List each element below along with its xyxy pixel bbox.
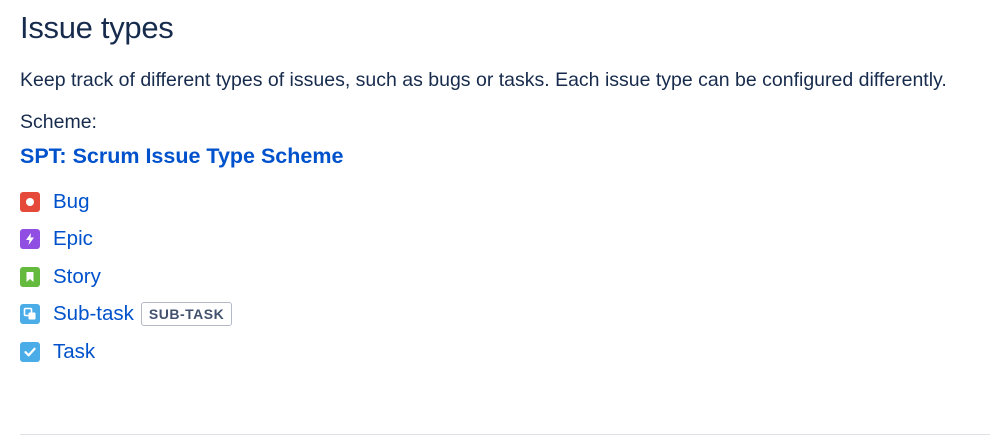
issue-type-link-epic[interactable]: Epic xyxy=(53,225,93,253)
story-icon xyxy=(20,266,40,287)
divider xyxy=(20,434,990,435)
issue-type-link-bug[interactable]: Bug xyxy=(53,188,89,216)
scheme-label: Scheme: xyxy=(20,111,97,133)
issue-type-link-story[interactable]: Story xyxy=(53,263,101,291)
bug-icon xyxy=(20,191,40,212)
issue-type-bug: Bug xyxy=(20,183,980,221)
page-title: Issue types xyxy=(20,10,174,45)
issue-type-task: Task xyxy=(20,333,980,371)
subtask-icon xyxy=(20,304,40,325)
subtask-badge: SUB-TASK xyxy=(140,302,233,327)
scheme-link[interactable]: SPT: Scrum Issue Type Scheme xyxy=(20,141,343,171)
issue-type-link-subtask[interactable]: Sub-task xyxy=(53,300,134,328)
issue-type-link-task[interactable]: Task xyxy=(53,338,95,366)
epic-icon xyxy=(20,229,40,250)
issue-type-list: Bug Epic Story Sub-task SUB-TASK Task xyxy=(20,183,980,371)
task-icon xyxy=(20,341,40,362)
section-description: Keep track of different types of issues,… xyxy=(20,69,947,91)
issue-type-story: Story xyxy=(20,258,980,296)
issue-types-section: Issue types Keep track of different type… xyxy=(20,0,980,371)
issue-type-epic: Epic xyxy=(20,221,980,259)
issue-type-subtask: Sub-task SUB-TASK xyxy=(20,296,980,334)
